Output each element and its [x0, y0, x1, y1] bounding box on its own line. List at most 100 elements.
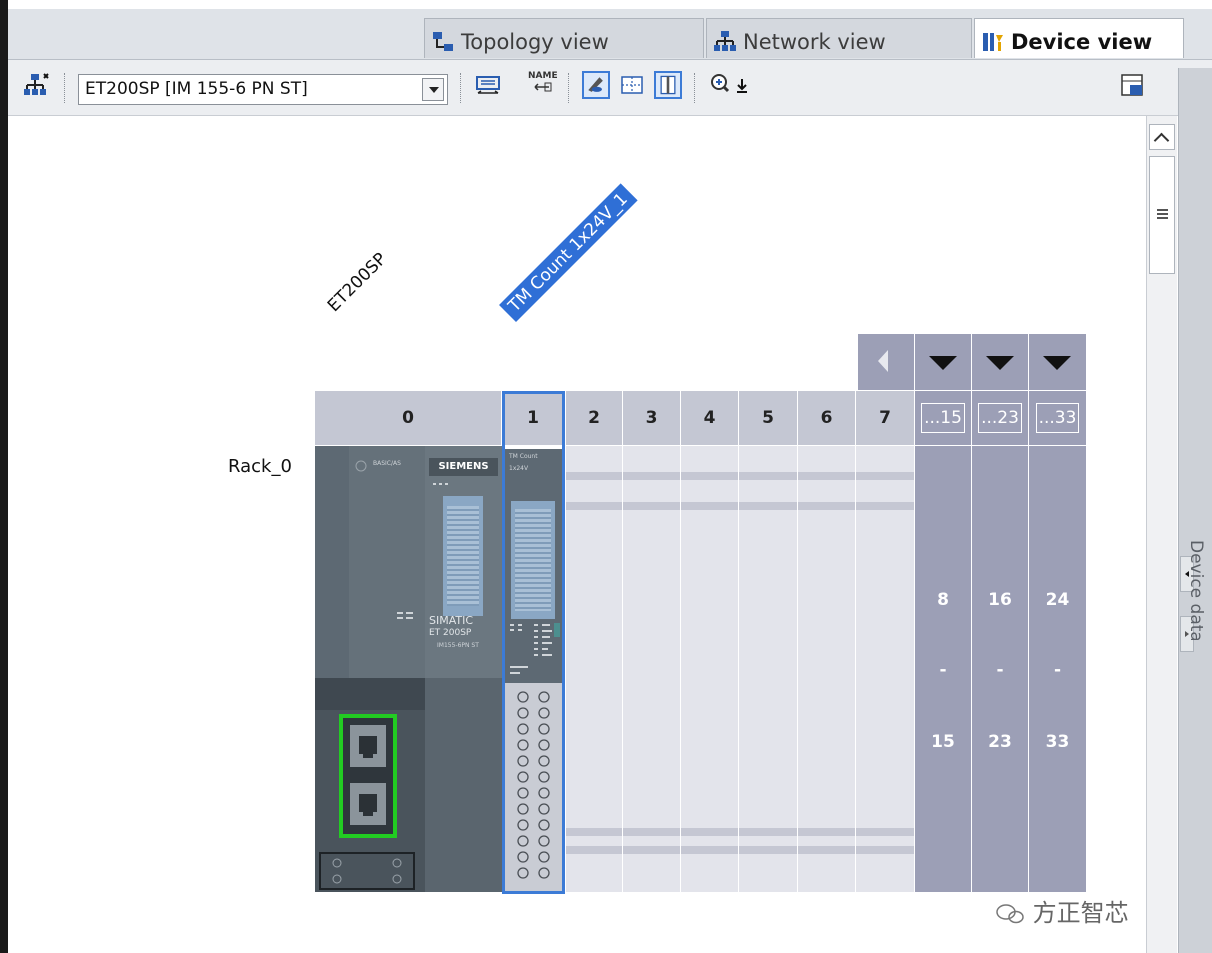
canvas-vertical-scrollbar[interactable] — [1146, 116, 1177, 953]
tab-topology-label: Topology view — [461, 29, 609, 54]
interface-module-im155[interactable]: BASIC/AS SIEMENS SIMATIC ET 200SP IM155-… — [315, 446, 502, 892]
device-select[interactable]: ET200SP [IM 155-6 PN ST] — [78, 74, 448, 105]
slot-header-6[interactable]: 6 — [798, 391, 856, 445]
slot-header-ext-15-label: ...15 — [921, 403, 965, 433]
slot-header-4[interactable]: 4 — [681, 391, 739, 445]
tm-terminal-block — [505, 683, 562, 891]
rack-scroll-left-button[interactable] — [858, 334, 915, 390]
module-width-icon[interactable] — [474, 71, 502, 99]
topology-icon — [433, 31, 453, 51]
slot-header-ext-33[interactable]: ...33 — [1029, 391, 1087, 445]
im-model-label: IM155-6PN ST — [437, 642, 479, 649]
toolbar-separator — [694, 73, 696, 103]
led-indicators-icon — [397, 612, 413, 619]
slot-header-3[interactable]: 3 — [623, 391, 681, 445]
watermark: 方正智芯 — [995, 893, 1129, 928]
slot-header-2[interactable]: 2 — [566, 391, 623, 445]
tm-label-strip — [511, 501, 555, 619]
slot-header-ext-15[interactable]: ...15 — [915, 391, 972, 445]
grip-icon — [1157, 209, 1168, 219]
show-inspector-icon[interactable] — [582, 71, 610, 99]
window-left-border — [0, 0, 8, 953]
tm-sub-label: 1x24V — [509, 465, 529, 472]
empty-slot-5[interactable] — [739, 446, 798, 892]
view-tab-bar: Topology view Network view Device view — [8, 9, 1212, 60]
tab-topology-view[interactable]: Topology view — [424, 18, 704, 58]
terminal-points-icon — [517, 691, 550, 879]
tab-network-label: Network view — [743, 29, 886, 54]
slot-header-5[interactable]: 5 — [739, 391, 798, 445]
im-product-label: SIMATIC — [429, 614, 474, 627]
ext-range-start: 16 — [988, 590, 1012, 610]
im-divider — [315, 678, 425, 710]
device-toolbar: ET200SP [IM 155-6 PN ST] NAME — [8, 60, 1212, 116]
empty-slot-3[interactable] — [623, 446, 681, 892]
zoom-dropdown-icon[interactable] — [732, 71, 752, 99]
ethernet-port-icon[interactable] — [349, 724, 387, 768]
empty-slot-7[interactable] — [856, 446, 915, 892]
base-unit-ports — [315, 710, 425, 892]
wechat-icon — [996, 904, 1024, 924]
slot-header-ext-23[interactable]: ...23 — [972, 391, 1029, 445]
ext-range-end: 23 — [988, 732, 1012, 752]
tm-top-label: TM Count — [509, 453, 538, 460]
base-unit-right — [425, 678, 502, 892]
scroll-up-button[interactable] — [1149, 124, 1175, 150]
slot-header-ext-23-label: ...23 — [978, 403, 1022, 433]
toolbar-separator — [460, 73, 462, 103]
device-data-side-panel[interactable] — [1178, 68, 1212, 953]
im-series-label: ET 200SP — [429, 628, 472, 638]
tab-network-view[interactable]: Network view — [706, 18, 972, 58]
im-right-panel: SIEMENS SIMATIC ET 200SP IM155-6PN ST — [425, 446, 502, 678]
power-terminal-icon — [319, 852, 415, 890]
device-select-value: ET200SP [IM 155-6 PN ST] — [85, 79, 308, 99]
scroll-thumb[interactable] — [1149, 156, 1175, 274]
im-mid-panel: BASIC/AS — [349, 446, 425, 678]
ext-range-dash: - — [939, 660, 947, 680]
toolbar-separator — [64, 73, 66, 103]
empty-slot-4[interactable] — [681, 446, 739, 892]
show-names-button[interactable]: NAME — [528, 71, 558, 99]
empty-slot-6[interactable] — [798, 446, 856, 892]
ext-range-end: 15 — [931, 732, 955, 752]
top-strip — [8, 0, 1212, 9]
port-highlight[interactable] — [339, 714, 397, 838]
label-strip — [443, 496, 483, 616]
siemens-logo: SIEMENS — [429, 458, 498, 476]
expand-slot-15-button[interactable] — [915, 334, 972, 390]
device-icon — [983, 32, 1003, 51]
ext-range-end: 33 — [1045, 732, 1070, 752]
tm-led-panel-icon — [510, 623, 560, 674]
ext-slot-24-33[interactable]: 24 - 33 — [1029, 446, 1087, 892]
page-break-icon[interactable] — [654, 71, 682, 99]
layout-panel-icon[interactable] — [1118, 71, 1146, 99]
ext-range-start: 8 — [937, 590, 949, 610]
ext-range-dash: - — [996, 660, 1004, 680]
led-row-icon — [433, 483, 448, 485]
rack-label: Rack_0 — [228, 456, 292, 477]
tab-device-label: Device view — [1011, 29, 1153, 54]
im-top-label: BASIC/AS — [373, 460, 401, 467]
status-led-icon — [355, 460, 367, 472]
chevron-down-icon[interactable] — [422, 78, 444, 101]
ext-range-start: 24 — [1045, 590, 1070, 610]
name-arrow-icon — [534, 82, 552, 92]
tm-count-module[interactable]: TM Count 1x24V — [502, 391, 565, 894]
tm-electronic-module: TM Count 1x24V — [505, 449, 562, 683]
device-data-tab[interactable]: Device data — [1186, 540, 1206, 640]
ethernet-port-icon[interactable] — [349, 782, 387, 826]
expand-slot-33-button[interactable] — [1029, 334, 1087, 390]
slot-header-ext-33-label: ...33 — [1035, 403, 1080, 433]
watermark-text: 方正智芯 — [1032, 899, 1129, 927]
grid-icon[interactable] — [618, 71, 646, 99]
network-overview-icon[interactable] — [22, 71, 50, 99]
expand-slot-23-button[interactable] — [972, 334, 1029, 390]
ext-range-dash: - — [1053, 660, 1062, 680]
name-button-label: NAME — [528, 71, 558, 81]
empty-slot-2[interactable] — [566, 446, 623, 892]
slot-header-7[interactable]: 7 — [856, 391, 915, 445]
tab-device-view[interactable]: Device view — [974, 18, 1184, 58]
ext-slot-16-23[interactable]: 16 - 23 — [972, 446, 1029, 892]
ext-slot-8-15[interactable]: 8 - 15 — [915, 446, 972, 892]
slot-header-0[interactable]: 0 — [315, 391, 502, 445]
